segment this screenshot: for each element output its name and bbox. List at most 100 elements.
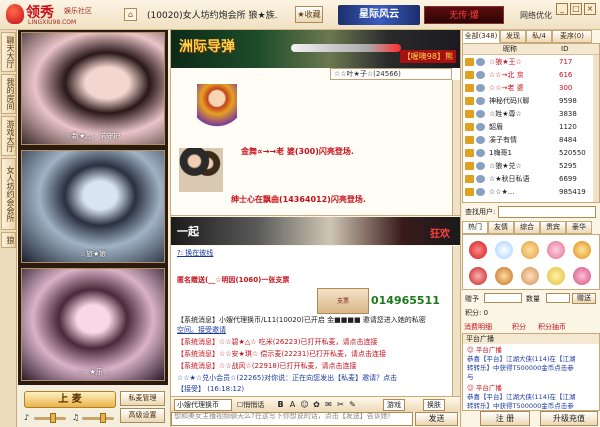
private-checkbox[interactable]: ☐悄悄话 bbox=[237, 400, 264, 410]
chat-scrollbar[interactable] bbox=[452, 246, 460, 396]
heart-icon[interactable] bbox=[573, 241, 591, 259]
points-link[interactable]: 积分 bbox=[512, 322, 526, 332]
gift-tab-vip[interactable]: 贵宾 bbox=[540, 221, 566, 234]
volume-row: ♪ ♫ bbox=[24, 413, 116, 423]
color-icon[interactable]: A bbox=[287, 399, 298, 410]
register-button[interactable]: 注 册 bbox=[480, 411, 530, 426]
user-row[interactable]: ☆☆→北 京 616 bbox=[463, 69, 593, 81]
video-slot-3[interactable]: ☆☆★乐☆ bbox=[21, 268, 165, 381]
face-icon[interactable] bbox=[547, 267, 565, 285]
ribbon-icon[interactable] bbox=[573, 267, 591, 285]
flower-icon[interactable]: ✿ bbox=[311, 399, 322, 410]
user-name: ☆姓★尊☆ bbox=[489, 110, 522, 118]
points-lottery-link[interactable]: 积分抽币 bbox=[538, 322, 566, 332]
vtab-chat-hall[interactable]: 聊天大厅 bbox=[1, 32, 16, 72]
speaker-volume-slider[interactable] bbox=[82, 417, 114, 420]
gift-send-button[interactable]: 赠送 bbox=[572, 293, 596, 304]
bold-icon[interactable]: B bbox=[275, 399, 286, 410]
user-row[interactable]: 1嗨哥1 520550 bbox=[463, 147, 593, 159]
user-name: 韶眉 bbox=[489, 123, 503, 131]
user-row[interactable]: ☆☆★... 985419 bbox=[463, 186, 593, 198]
bear-icon[interactable] bbox=[521, 241, 539, 259]
game-button[interactable]: 游戏 bbox=[383, 399, 405, 411]
upgrade-button[interactable]: 升级充值 bbox=[540, 411, 598, 426]
pig-icon[interactable] bbox=[547, 241, 565, 259]
banner-title: 洲际导弹 bbox=[179, 39, 235, 55]
live-badge[interactable]: 无传·爆 bbox=[424, 6, 504, 24]
tab-mic-order[interactable]: 麦序(0) bbox=[552, 30, 592, 43]
switch-skin-button[interactable]: 换肤 bbox=[423, 399, 445, 411]
maximize-icon[interactable]: □ bbox=[570, 3, 582, 15]
level-icon bbox=[465, 123, 474, 131]
public-scrollbar[interactable] bbox=[452, 80, 460, 215]
gift-tab-mixed[interactable]: 综合 bbox=[514, 221, 540, 234]
mic-controls: 上 麦 私麦管理 高级设置 ♪ ♫ bbox=[18, 387, 168, 427]
search-input[interactable] bbox=[498, 206, 596, 218]
user-row[interactable]: ☆狼★王☆ 717 bbox=[463, 56, 593, 68]
consume-detail-link[interactable]: 消费明细 bbox=[464, 322, 492, 332]
minimize-icon[interactable]: _ bbox=[556, 3, 568, 15]
top-banner[interactable]: 星际风云 bbox=[338, 5, 420, 25]
video-caption: ☆新★△☆ 求守护 bbox=[65, 132, 121, 140]
user-row[interactable]: ☆★秋日私语 6699 bbox=[463, 173, 593, 185]
home-icon[interactable]: ⌂ bbox=[124, 8, 137, 21]
gift-tab-luxury[interactable]: 豪华 bbox=[566, 221, 592, 234]
cup-icon[interactable] bbox=[495, 241, 513, 259]
user-row[interactable]: ☆姓★尊☆ 3838 bbox=[463, 108, 593, 120]
chat-line[interactable]: 【接受】 (16:18:12) bbox=[177, 385, 244, 394]
chat-target-select[interactable]: 小嫂代理换币 bbox=[174, 399, 232, 411]
chat-line[interactable]: 空间。接受邀请 bbox=[177, 326, 226, 335]
message-input[interactable]: 想和美女主播视频聊天么?在这写下你想说的话，点击【发送】告诉她! bbox=[171, 412, 413, 426]
user-name: ☆☆→北 京 bbox=[489, 71, 524, 79]
vtab-wolf[interactable]: 狼 bbox=[1, 232, 16, 248]
user-list-scrollbar[interactable] bbox=[593, 55, 599, 202]
gift-tab-friend[interactable]: 友情 bbox=[488, 221, 514, 234]
up-mic-button[interactable]: 上 麦 bbox=[24, 391, 116, 408]
advanced-settings-button[interactable]: 高级设置 bbox=[120, 408, 165, 423]
gift-to-label: 赠予 bbox=[465, 295, 479, 303]
user-row[interactable]: ☆狼★兑☆ 5295 bbox=[463, 160, 593, 172]
tab-private[interactable]: 私/4 bbox=[526, 30, 552, 43]
favorite-button[interactable]: ★收藏 bbox=[295, 6, 323, 23]
avatar-icon bbox=[476, 84, 485, 92]
entrance-message: 金舞∝→→老 婆(300)闪亮登场. bbox=[241, 147, 354, 156]
user-row[interactable]: 凑子有情 8484 bbox=[463, 134, 593, 146]
gift-recipient-select[interactable] bbox=[484, 293, 522, 303]
emoji-icon[interactable]: ☺ bbox=[299, 399, 310, 410]
right-panel: 全部(348) 发现 私/4 麦序(0) 昵称 ID ☆狼★王☆ 717 ☆☆→北 … bbox=[462, 30, 600, 427]
user-row[interactable]: 韶眉 1120 bbox=[463, 121, 593, 133]
gift-qty-input[interactable] bbox=[546, 293, 570, 303]
user-id: 520550 bbox=[559, 149, 586, 157]
tab-discover[interactable]: 发现 bbox=[500, 30, 526, 43]
chat-line[interactable]: ?: 换在彼线 bbox=[177, 249, 213, 258]
clear-icon[interactable]: ✎ bbox=[347, 399, 358, 410]
user-name: 凑子有情 bbox=[489, 136, 517, 144]
candy-icon[interactable] bbox=[521, 267, 539, 285]
avatar-icon bbox=[476, 123, 485, 131]
close-icon[interactable]: × bbox=[584, 3, 596, 15]
vtab-club[interactable]: 女人坊约会会所 bbox=[1, 158, 16, 230]
video-slot-2[interactable]: ☆旅★娘 bbox=[21, 150, 165, 263]
send-button[interactable]: 发送 bbox=[415, 412, 458, 426]
beer-icon[interactable] bbox=[495, 267, 513, 285]
user-row[interactable]: ☆☆→老 婆 300 bbox=[463, 82, 593, 94]
rose-icon[interactable] bbox=[469, 241, 487, 259]
tab-all-users[interactable]: 全部(348) bbox=[462, 30, 500, 43]
character-image bbox=[197, 84, 237, 132]
speaker-volume-knob[interactable] bbox=[100, 413, 106, 423]
gift-form: 赠予 数量 赠送 积分: 0 消费明细 积分 积分抽币 bbox=[462, 292, 600, 332]
private-mic-manage-button[interactable]: 私麦管理 bbox=[120, 391, 165, 406]
gift-icon[interactable]: ✉ bbox=[323, 399, 334, 410]
level-icon bbox=[465, 97, 474, 105]
video-slot-1[interactable]: ☆新★△☆ 求守护 bbox=[21, 32, 165, 145]
public-target-select[interactable]: ☆☆叶★子☆(24566) bbox=[330, 68, 452, 80]
vtab-game-hall[interactable]: 游戏大厅 bbox=[1, 116, 16, 156]
gift-links: 消费明细 积分 积分抽币 bbox=[464, 322, 598, 332]
screenshot-icon[interactable]: ✂ bbox=[335, 399, 346, 410]
mic-volume-knob[interactable] bbox=[50, 413, 56, 423]
vtab-my-room[interactable]: 我的房间 bbox=[1, 74, 16, 114]
lips-icon[interactable] bbox=[469, 267, 487, 285]
gift-tab-hot[interactable]: 热门 bbox=[462, 221, 488, 234]
user-row[interactable]: 神秘代码)(聊 9598 bbox=[463, 95, 593, 107]
network-optimize-link[interactable]: 网络优化 bbox=[520, 10, 552, 21]
